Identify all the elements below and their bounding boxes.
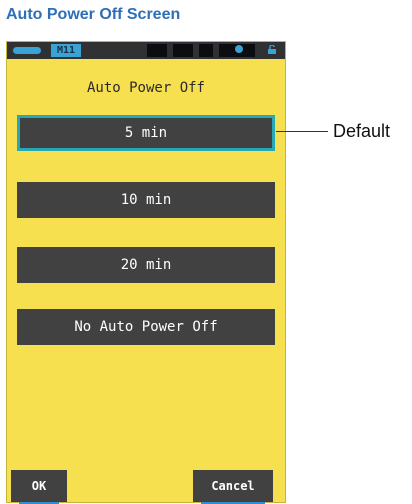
status-block-3	[199, 44, 213, 57]
status-block-1	[147, 44, 167, 57]
callout-leader-line	[276, 131, 328, 132]
figure-caption: Auto Power Off Screen	[6, 6, 181, 23]
battery-icon	[13, 47, 41, 54]
option-no-auto-power-off-button[interactable]: No Auto Power Off	[17, 309, 275, 345]
option-20-min-button[interactable]: 20 min	[17, 247, 275, 283]
cancel-button[interactable]: Cancel	[193, 470, 273, 504]
option-10-min-button[interactable]: 10 min	[17, 182, 275, 218]
memory-indicator: M11	[51, 44, 81, 57]
status-bar: M11	[7, 42, 285, 59]
status-block-2	[173, 44, 193, 57]
device-screen: M11 Auto Power Off 5 min 10 min 20 min N…	[6, 41, 286, 504]
option-5-min-button[interactable]: 5 min	[17, 115, 275, 151]
default-callout-label: Default	[333, 121, 391, 141]
lock-icon	[268, 45, 276, 54]
camera-icon	[235, 45, 243, 53]
ok-button[interactable]: OK	[11, 470, 67, 504]
screen-title: Auto Power Off	[86, 80, 205, 96]
